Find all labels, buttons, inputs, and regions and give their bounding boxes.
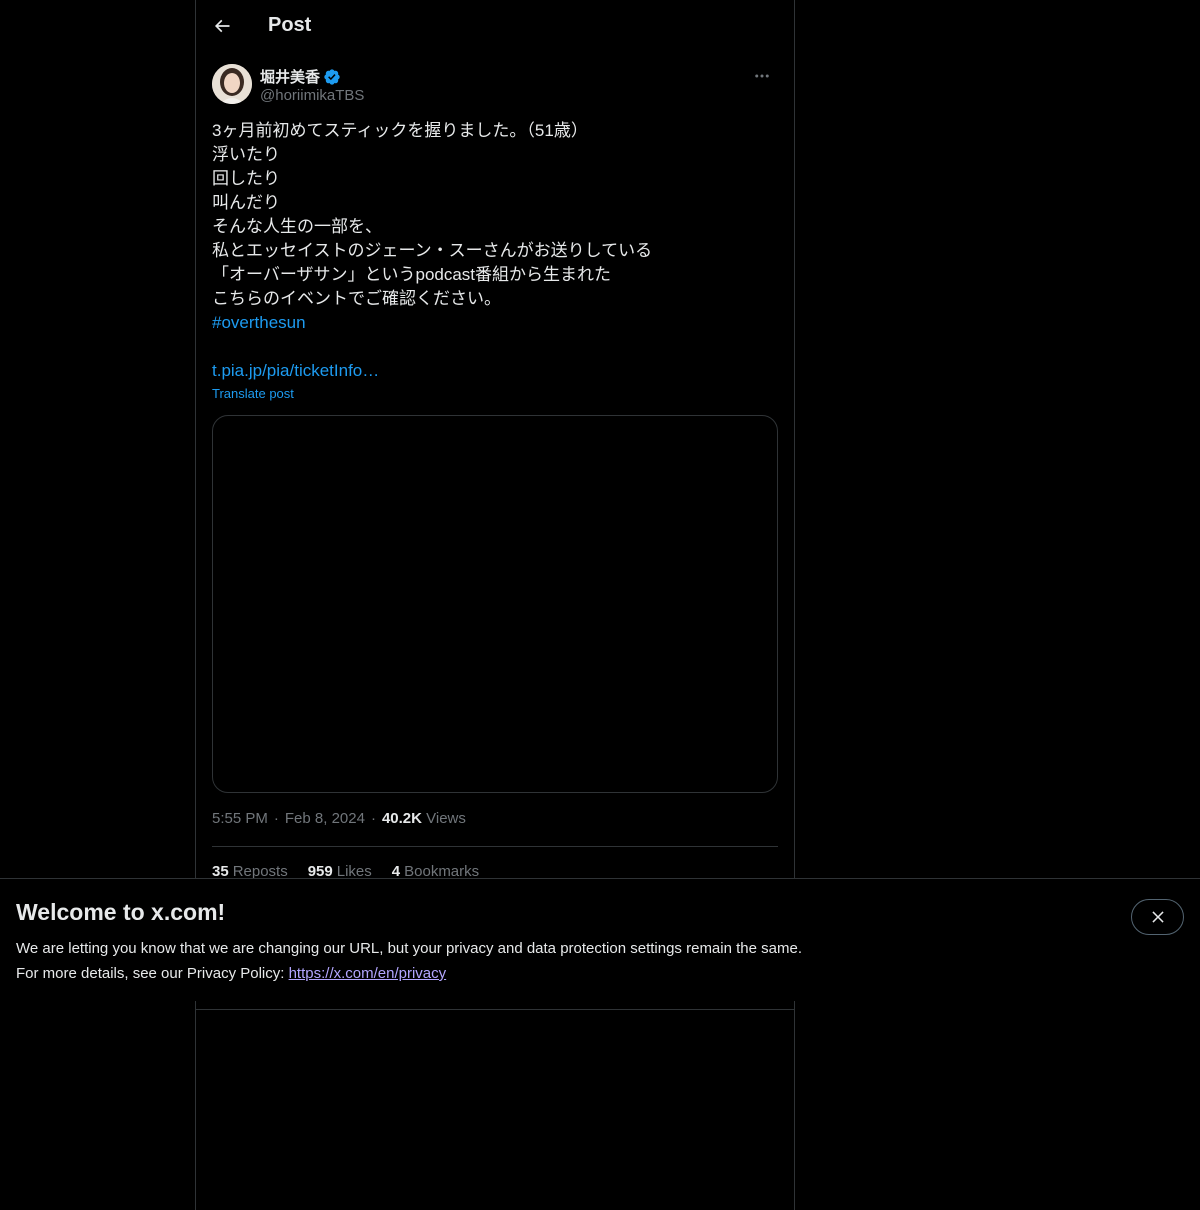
banner-body: We are letting you know that we are chan… xyxy=(16,936,802,986)
more-dots-icon xyxy=(755,74,769,78)
author-name[interactable]: 堀井美香 xyxy=(260,66,341,87)
privacy-policy-link[interactable]: https://x.com/en/privacy xyxy=(289,965,447,982)
translate-post-link[interactable]: Translate post xyxy=(212,386,294,401)
post-date[interactable]: Feb 8, 2024 xyxy=(285,810,365,827)
views-stat[interactable]: 40.2K Views xyxy=(382,810,466,827)
page-header: Post xyxy=(196,0,794,53)
main-column: Post 堀井美香 @horiimikaTBS 3ヶ月前初めてスティックを握りま… xyxy=(195,0,795,1210)
hashtag-link[interactable]: #overthesun xyxy=(212,311,778,335)
ticket-link[interactable]: t.pia.jp/pia/ticketInfo… xyxy=(212,359,778,383)
divider xyxy=(212,846,778,847)
post-text-line: そんな人生の一部を、 xyxy=(212,217,382,236)
media-container[interactable] xyxy=(212,415,778,793)
avatar[interactable] xyxy=(212,64,252,104)
post-author: 堀井美香 @horiimikaTBS xyxy=(212,64,778,108)
close-banner-button[interactable] xyxy=(1131,899,1184,935)
back-button[interactable] xyxy=(204,8,240,44)
close-icon xyxy=(1151,911,1164,923)
more-options-button[interactable] xyxy=(746,64,778,88)
author-handle[interactable]: @horiimikaTBS xyxy=(260,87,364,104)
post-text-line: 回したり xyxy=(212,169,280,188)
post-meta: 5:55 PM · Feb 8, 2024 · 40.2K Views xyxy=(212,810,466,827)
welcome-banner: Welcome to x.com! We are letting you kno… xyxy=(0,878,1200,1001)
banner-text-prefix: For more details, see our Privacy Policy… xyxy=(16,965,289,982)
post-time[interactable]: 5:55 PM xyxy=(212,810,268,827)
avatar-image xyxy=(212,64,252,104)
banner-title: Welcome to x.com! xyxy=(16,899,226,925)
post-text-line: 3ヶ月前初めてスティックを握りました。（51歳） xyxy=(212,121,588,140)
meta-separator: · xyxy=(273,810,279,827)
post-text-line: 「オーバーザサン」というpodcast番組から生まれた xyxy=(212,265,612,284)
views-count: 40.2K xyxy=(381,810,422,827)
post-text-line: 浮いたり xyxy=(212,145,280,164)
meta-separator: · xyxy=(370,810,376,827)
post-text-line: 私とエッセイストのジェーン・スーさんがお送りしている xyxy=(212,241,653,260)
verified-badge-icon xyxy=(324,68,340,85)
post-text-line: こちらのイベントでご確認ください。 xyxy=(212,289,501,308)
arrow-left-icon xyxy=(214,19,230,33)
author-name-text: 堀井美香 xyxy=(260,69,321,86)
divider xyxy=(196,1009,794,1010)
post-text: 3ヶ月前初めてスティックを握りました。（51歳） 浮いたり 回したり 叫んだり … xyxy=(212,119,778,383)
post-text-line: 叫んだり xyxy=(212,193,280,212)
views-label: Views xyxy=(426,810,466,827)
page-title: Post xyxy=(268,14,312,36)
banner-text-line-2: For more details, see our Privacy Policy… xyxy=(16,961,802,986)
banner-text-line: We are letting you know that we are chan… xyxy=(16,940,802,957)
